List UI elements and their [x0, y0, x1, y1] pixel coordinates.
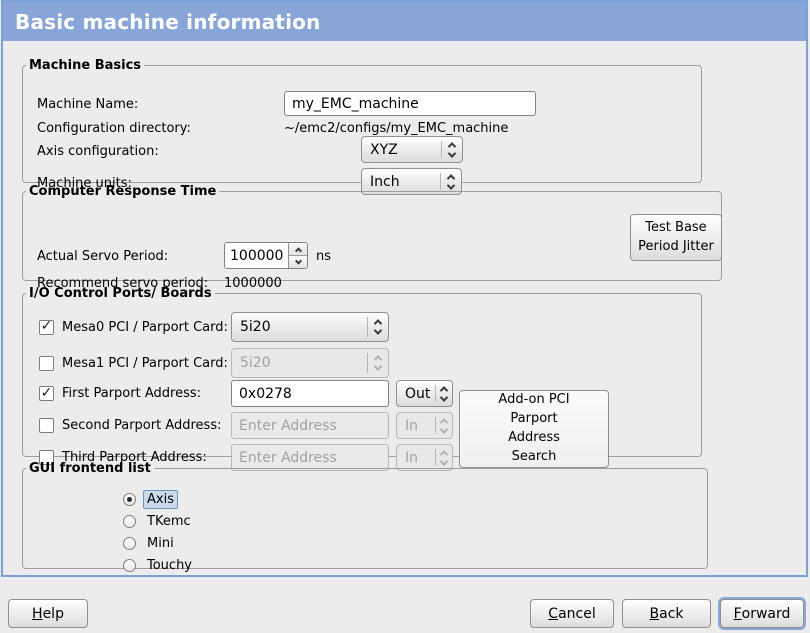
- back-mnemonic: B: [650, 606, 660, 622]
- gui-frontend-legend: GUI frontend list: [26, 461, 154, 476]
- config-directory-value: ~/emc2/configs/my_EMC_machine: [284, 121, 508, 136]
- mesa0-row: ✓ Mesa0 PCI / Parport Card: 5i20: [23, 312, 697, 342]
- gui-option-touchy: Touchy: [123, 556, 196, 574]
- check-icon: ✓: [41, 386, 53, 400]
- gui-option-mini: Mini: [123, 534, 178, 552]
- test-button-line1: Test Base: [645, 219, 706, 238]
- chevron-updown-icon: [436, 386, 452, 402]
- response-time-group: Computer Response Time Test Base Period …: [22, 184, 722, 281]
- chevron-updown-icon: [436, 418, 452, 434]
- mesa1-checkbox[interactable]: [39, 356, 54, 371]
- radio-axis[interactable]: [123, 493, 136, 506]
- second-parport-address-input: [231, 412, 389, 439]
- radio-tkemc[interactable]: [123, 515, 136, 528]
- radio-mini[interactable]: [123, 537, 136, 550]
- help-button[interactable]: Help: [8, 599, 88, 628]
- addon-button-line1: Add-on PCI: [498, 391, 569, 410]
- first-parport-label: First Parport Address:: [62, 386, 201, 401]
- radio-tkemc-label[interactable]: TKemc: [143, 512, 195, 531]
- chevron-updown-icon: [368, 355, 388, 371]
- radio-axis-label[interactable]: Axis: [143, 490, 178, 509]
- machine-name-label: Machine Name:: [37, 97, 138, 112]
- gui-option-tkemc: TKemc: [123, 512, 195, 530]
- second-parport-label: Second Parport Address:: [62, 418, 221, 433]
- help-label-rest: elp: [43, 606, 64, 622]
- mesa1-label: Mesa1 PCI / Parport Card:: [62, 356, 228, 371]
- second-parport-direction-value: In: [405, 418, 435, 434]
- radio-touchy[interactable]: [123, 559, 136, 572]
- second-parport-direction-select: In: [396, 412, 453, 439]
- servo-period-input[interactable]: [225, 243, 288, 268]
- response-time-legend: Computer Response Time: [26, 184, 219, 199]
- second-parport-checkbox[interactable]: [39, 418, 54, 433]
- first-parport-direction-value: Out: [405, 386, 435, 402]
- cancel-label-rest: ancel: [558, 606, 596, 622]
- mesa0-card-value: 5i20: [240, 319, 367, 335]
- addon-pci-parport-search-button[interactable]: Add-on PCI Parport Address Search: [459, 390, 609, 468]
- radio-touchy-label[interactable]: Touchy: [143, 556, 196, 575]
- machine-basics-group: Machine Basics Machine Name: Configurati…: [22, 58, 702, 183]
- io-ports-legend: I/O Control Ports/ Boards: [26, 286, 215, 301]
- chevron-updown-icon: [442, 142, 462, 158]
- test-button-line2: Period Jitter: [638, 238, 714, 257]
- servo-period-unit: ns: [316, 249, 331, 264]
- first-parport-checkbox[interactable]: ✓: [39, 386, 54, 401]
- gui-frontend-group: GUI frontend list Axis TKemc Mini Touchy: [22, 461, 708, 569]
- wizard-window: Basic machine information Machine Basics…: [0, 0, 810, 633]
- spin-buttons: [288, 243, 307, 268]
- cancel-mnemonic: C: [548, 606, 558, 622]
- machine-name-input[interactable]: [284, 91, 536, 116]
- mesa1-card-value: 5i20: [240, 355, 367, 371]
- machine-basics-legend: Machine Basics: [26, 58, 144, 73]
- cancel-button[interactable]: Cancel: [530, 599, 614, 628]
- gui-option-axis: Axis: [123, 490, 178, 508]
- axis-configuration-label: Axis configuration:: [37, 144, 159, 159]
- mesa0-label: Mesa0 PCI / Parport Card:: [62, 320, 228, 335]
- spin-up-button[interactable]: [289, 243, 307, 256]
- page-header: Basic machine information: [3, 2, 806, 41]
- axis-configuration-value: XYZ: [370, 142, 441, 158]
- mesa1-row: Mesa1 PCI / Parport Card: 5i20: [23, 348, 697, 378]
- axis-configuration-select[interactable]: XYZ: [361, 136, 463, 163]
- spin-down-button[interactable]: [289, 256, 307, 268]
- servo-period-spinbox[interactable]: [224, 242, 308, 269]
- radio-mini-label[interactable]: Mini: [143, 534, 178, 553]
- config-directory-label: Configuration directory:: [37, 121, 191, 136]
- first-parport-address-input[interactable]: [231, 380, 389, 407]
- mesa0-checkbox[interactable]: ✓: [39, 320, 54, 335]
- forward-mnemonic: F: [734, 606, 742, 622]
- io-ports-group: I/O Control Ports/ Boards ✓ Mesa0 PCI / …: [22, 286, 702, 457]
- servo-period-label: Actual Servo Period:: [37, 249, 168, 264]
- back-button[interactable]: Back: [622, 599, 711, 628]
- check-icon: ✓: [41, 319, 53, 333]
- mesa0-card-select[interactable]: 5i20: [231, 312, 389, 342]
- chevron-updown-icon: [368, 319, 388, 335]
- addon-button-line3: Address: [508, 429, 560, 448]
- forward-label-rest: orward: [742, 606, 791, 622]
- page-title: Basic machine information: [15, 10, 321, 34]
- help-mnemonic: H: [32, 606, 43, 622]
- back-label-rest: ack: [659, 606, 683, 622]
- first-parport-direction-select[interactable]: Out: [396, 380, 453, 407]
- forward-button[interactable]: Forward: [720, 599, 804, 628]
- addon-button-line2: Parport: [510, 410, 557, 429]
- test-base-period-jitter-button[interactable]: Test Base Period Jitter: [630, 214, 722, 261]
- mesa1-card-select: 5i20: [231, 348, 389, 378]
